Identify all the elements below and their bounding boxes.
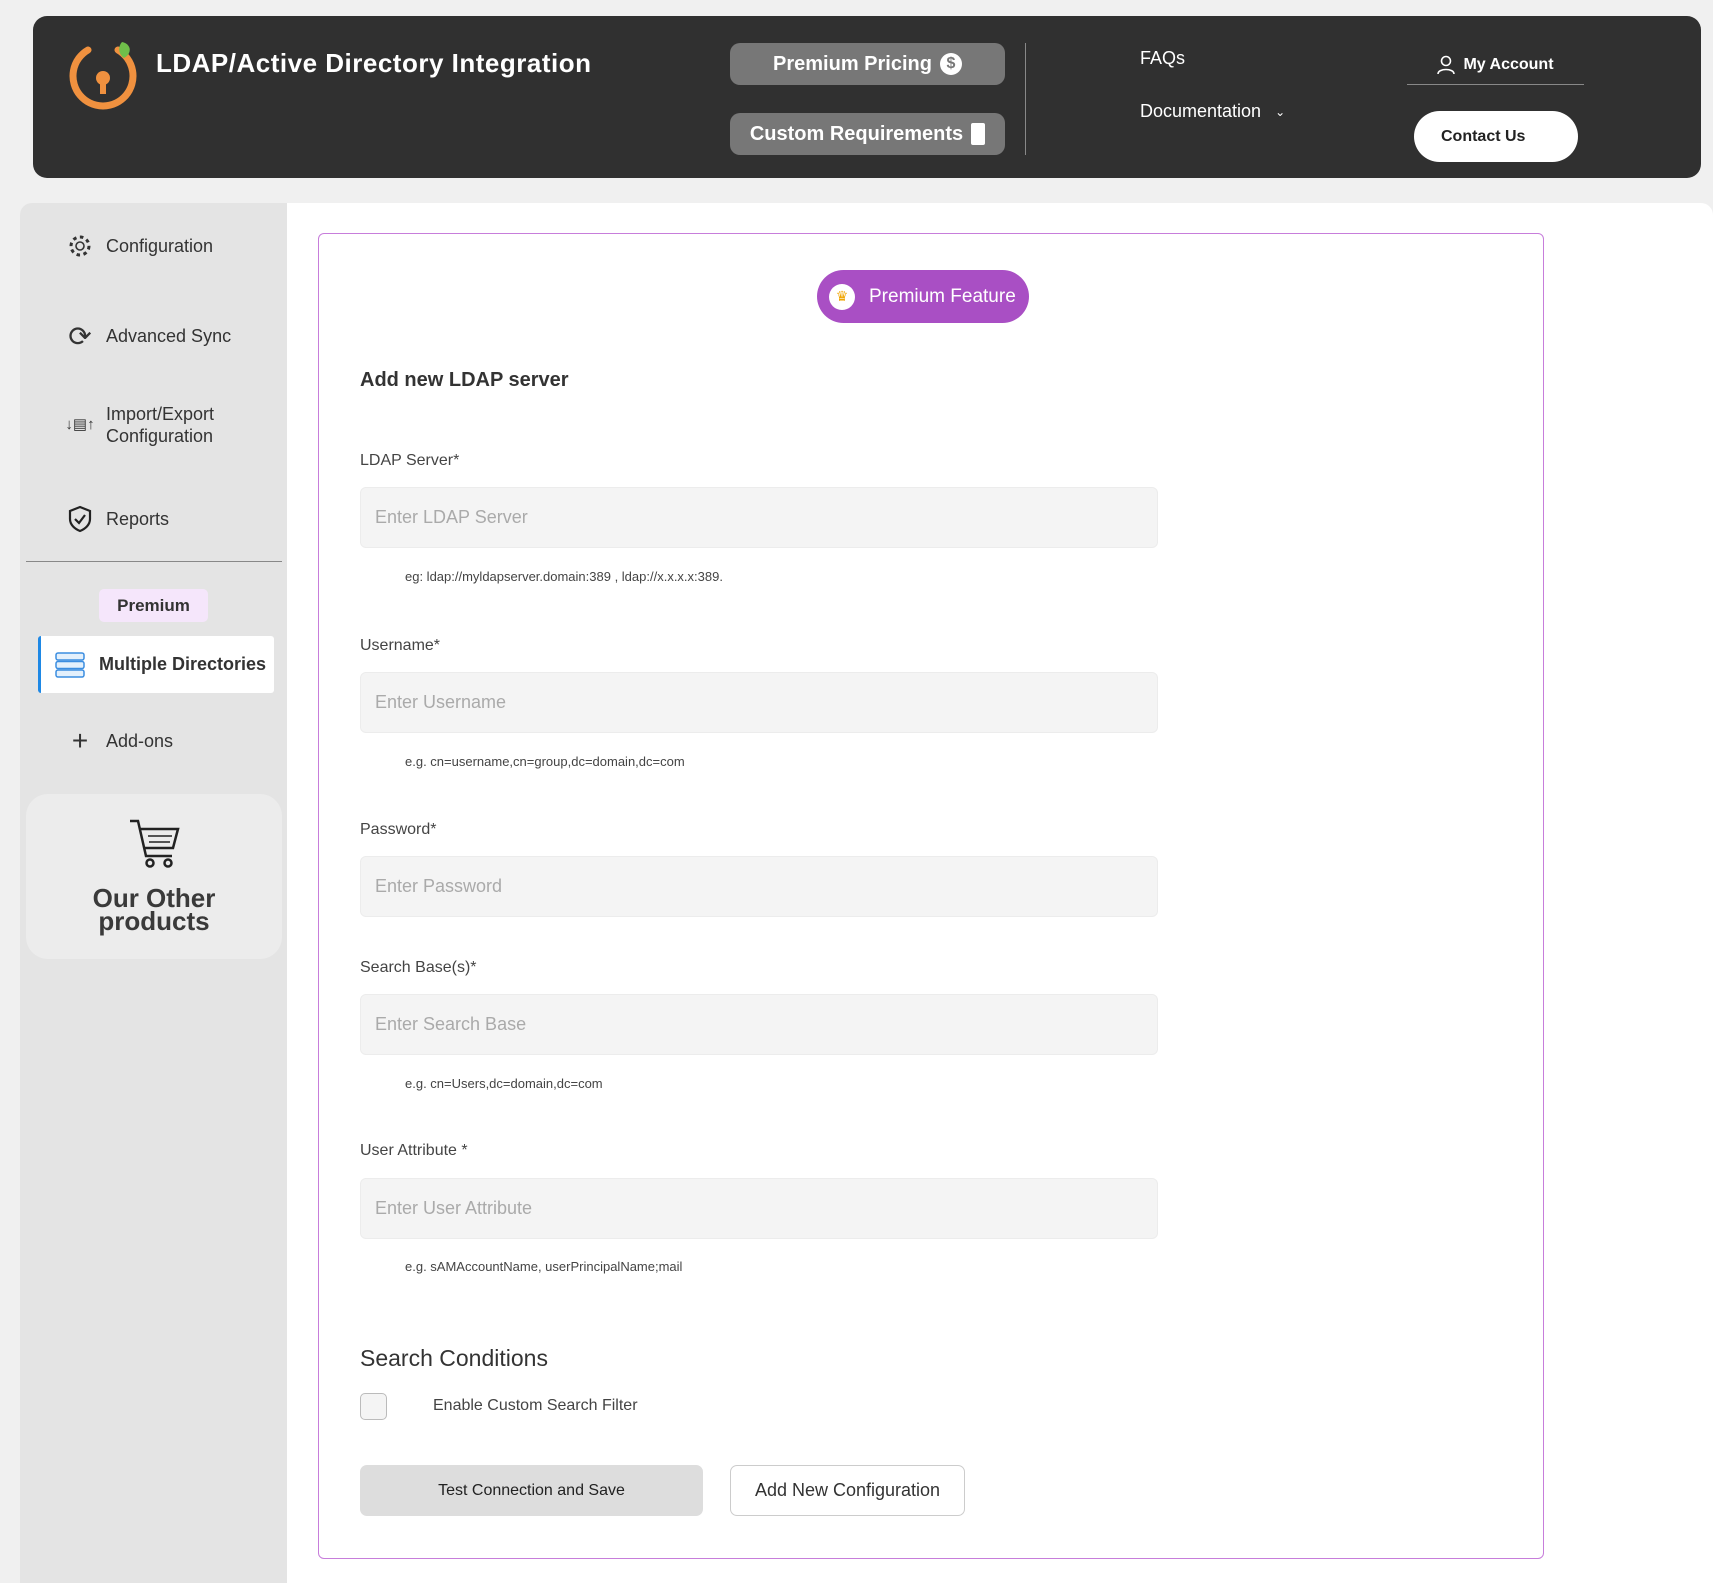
password-label: Password*: [360, 821, 437, 838]
custom-requirements-label: Custom Requirements: [749, 122, 964, 145]
custom-search-filter-label[interactable]: Enable Custom Search Filter: [433, 1397, 638, 1415]
sidebar-label: Import/Export Configuration: [106, 403, 214, 447]
ldap-server-hint: eg: ldap://myldapserver.domain:389 , lda…: [405, 569, 723, 584]
search-conditions-heading: Search Conditions: [360, 1345, 548, 1371]
other-products-card[interactable]: Our Other products: [26, 794, 282, 959]
sidebar-label-line2: Configuration: [106, 426, 214, 446]
sidebar-item-addons[interactable]: + Add-ons: [66, 725, 173, 757]
sidebar: Configuration ⟳ Advanced Sync ↓▤↑ Import/E…: [20, 203, 287, 1583]
search-base-label: Search Base(s)*: [360, 959, 477, 976]
sidebar-label: Reports: [106, 508, 170, 529]
form-title: Add new LDAP server: [360, 369, 569, 391]
add-new-configuration-button[interactable]: Add New Configuration: [730, 1465, 965, 1516]
password-input[interactable]: [360, 856, 1158, 917]
test-connection-save-button[interactable]: Test Connection and Save: [360, 1465, 703, 1516]
sidebar-divider: [26, 561, 282, 562]
sidebar-item-advanced-sync[interactable]: ⟳ Advanced Sync: [66, 320, 231, 353]
user-attribute-input[interactable]: [360, 1178, 1158, 1239]
cart-icon: [130, 819, 180, 868]
documentation-dropdown[interactable]: Documentation ⌄: [1140, 101, 1285, 122]
contact-us-button[interactable]: Contact Us: [1414, 111, 1578, 162]
user-icon: [1437, 55, 1456, 75]
chevron-down-icon: ⌄: [1275, 104, 1286, 119]
sidebar-item-multiple-directories[interactable]: Multiple Directories: [38, 636, 274, 693]
plus-icon: +: [71, 725, 89, 756]
ldap-server-label: LDAP Server*: [360, 452, 460, 469]
header-divider: [1025, 43, 1026, 155]
top-header: LDAP/Active Directory Integration Premiu…: [33, 16, 1701, 178]
premium-badge: Premium: [99, 589, 208, 622]
sidebar-label: Configuration: [106, 235, 214, 256]
logo-icon: [69, 42, 137, 110]
gear-icon: [66, 233, 94, 259]
premium-feature-badge: ♛ Premium Feature: [817, 270, 1029, 323]
faqs-link[interactable]: FAQs: [1140, 48, 1185, 69]
sidebar-item-import-export[interactable]: ↓▤↑ Import/Export Configuration: [65, 403, 214, 447]
dollar-icon: $: [939, 53, 962, 75]
custom-requirements-button[interactable]: Custom Requirements: [730, 113, 1005, 155]
shield-check-icon: [66, 505, 94, 533]
username-hint: e.g. cn=username,cn=group,dc=domain,dc=c…: [405, 754, 685, 769]
premium-pricing-label: Premium Pricing: [773, 52, 932, 75]
user-attribute-hint: e.g. sAMAccountName, userPrincipalName;m…: [405, 1259, 683, 1274]
premium-pricing-button[interactable]: Premium Pricing $: [730, 43, 1005, 85]
my-account-link[interactable]: My Account: [1407, 46, 1584, 85]
premium-feature-label: Premium Feature: [869, 285, 1016, 307]
custom-search-filter-checkbox[interactable]: [360, 1393, 387, 1420]
sidebar-label: Advanced Sync: [106, 326, 232, 346]
server-list-icon: [55, 651, 85, 678]
ldap-server-input[interactable]: [360, 487, 1158, 548]
crown-icon: ♛: [829, 283, 855, 310]
user-attribute-label: User Attribute *: [360, 1142, 468, 1159]
sidebar-label-line1: Import/Export: [106, 404, 215, 424]
import-export-icon: ↓▤↑: [65, 416, 95, 433]
search-base-input[interactable]: [360, 994, 1158, 1055]
sidebar-label: Add-ons: [106, 730, 174, 751]
username-label: Username*: [360, 637, 441, 654]
username-input[interactable]: [360, 672, 1158, 733]
document-icon: [971, 123, 986, 145]
app-title: LDAP/Active Directory Integration: [156, 48, 592, 78]
other-products-line2: products: [98, 906, 210, 936]
my-account-label: My Account: [1463, 56, 1554, 73]
sync-icon: ⟳: [68, 321, 92, 352]
sidebar-label: Multiple Directories: [99, 654, 267, 674]
sidebar-item-reports[interactable]: Reports: [66, 505, 169, 533]
search-base-hint: e.g. cn=Users,dc=domain,dc=com: [405, 1076, 603, 1091]
sidebar-item-configuration[interactable]: Configuration: [66, 233, 213, 259]
documentation-label: Documentation: [1140, 101, 1262, 121]
